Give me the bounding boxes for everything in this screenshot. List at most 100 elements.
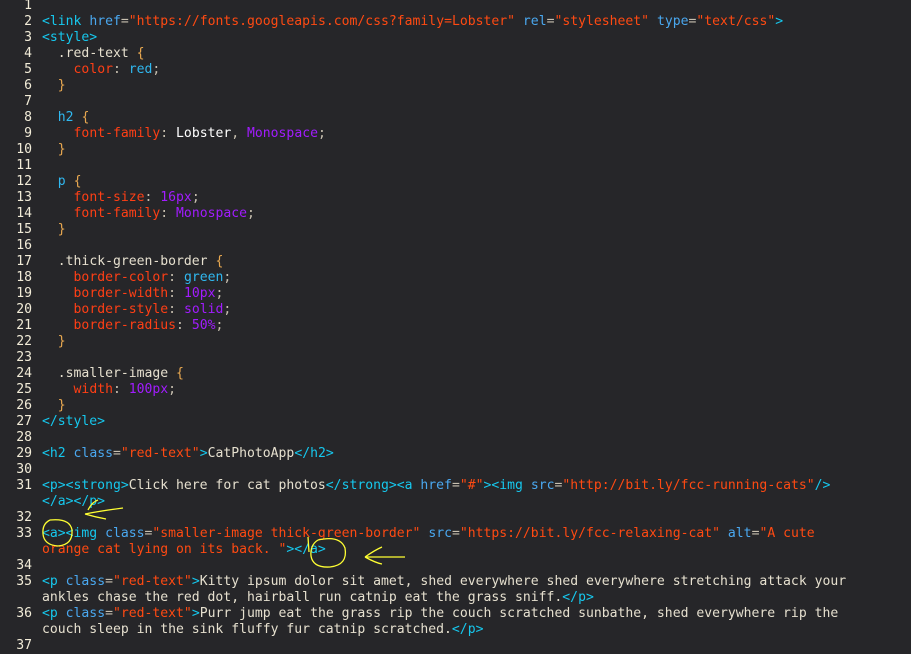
code-text[interactable] (42, 558, 911, 574)
code-line[interactable]: 6 } (0, 78, 911, 94)
token-num: 10px (183, 286, 216, 301)
token-brace: { (81, 110, 90, 125)
token-num: 16px (160, 190, 192, 205)
code-line[interactable]: 4 .red-text { (0, 46, 911, 62)
code-line[interactable]: 33 <a><img class = "smaller-image thick-gre… (0, 526, 911, 558)
code-text[interactable]: } (42, 222, 911, 238)
code-text[interactable]: <p class="red-text">Purr jump eat the gr… (42, 606, 911, 638)
code-text[interactable] (42, 510, 911, 526)
code-text[interactable]: p { (42, 174, 911, 190)
code-text[interactable]: .thick-green-border { (42, 254, 911, 270)
token-punct: : (176, 318, 192, 333)
code-line[interactable]: 12 p { (0, 174, 911, 190)
token-kw: h2 (57, 110, 74, 125)
code-text[interactable]: <p class="red-text">Kitty ipsum dolor si… (42, 574, 911, 606)
token-punct: : (160, 126, 177, 141)
code-line[interactable]: 8 h2 { (0, 110, 911, 126)
code-line[interactable]: 25 width: 100px; (0, 382, 911, 398)
code-line[interactable]: 31 <p><strong>Click here for cat photos</… (0, 478, 911, 510)
code-text[interactable] (42, 0, 911, 14)
line-number: 14 (16, 206, 32, 221)
code-line[interactable]: 32 (0, 510, 911, 526)
token-str: "https://bit.ly/fcc-relaxing-cat" (459, 526, 721, 541)
code-text[interactable]: <style> (42, 30, 911, 46)
code-line[interactable]: 24 .smaller-image { (0, 366, 911, 382)
line-number: 7 (24, 94, 32, 109)
line-number: 28 (16, 430, 32, 445)
code-line[interactable]: 5 color: red; (0, 62, 911, 78)
line-number: 10 (16, 142, 32, 157)
token-tag: ><img (483, 478, 531, 493)
code-text[interactable]: <link href="https://fonts.googleapis.com… (42, 14, 911, 30)
code-line[interactable]: 19 border-width: 10px; (0, 286, 911, 302)
token-tag: </h2> (294, 446, 334, 461)
code-editor[interactable]: 1 2 <link href="https://fonts.googleapis.… (0, 0, 911, 654)
code-text[interactable]: } (42, 78, 911, 94)
code-text[interactable]: } (42, 398, 911, 414)
code-text[interactable] (42, 638, 911, 654)
code-text[interactable]: font-family: Lobster, Monospace; (42, 126, 911, 142)
code-text[interactable] (42, 238, 911, 254)
token-tag: </p> (562, 590, 594, 605)
code-line[interactable]: 7 (0, 94, 911, 110)
code-line[interactable]: 36 <p class="red-text">Purr jump eat the … (0, 606, 911, 638)
code-line[interactable]: 21 border-radius: 50%; (0, 318, 911, 334)
code-line[interactable]: 11 (0, 158, 911, 174)
token-brace: { (215, 254, 224, 269)
code-text[interactable]: font-size: 16px; (42, 190, 911, 206)
code-line[interactable]: 15 } (0, 222, 911, 238)
code-text[interactable]: } (42, 142, 911, 158)
code-line[interactable]: 29 <h2 class="red-text">CatPhotoApp</h2> (0, 446, 911, 462)
code-line[interactable]: 9 font-family: Lobster, Monospace; (0, 126, 911, 142)
code-line[interactable]: 27 </style> (0, 414, 911, 430)
code-line[interactable]: 34 (0, 558, 911, 574)
line-number: 26 (16, 398, 32, 413)
code-text[interactable]: border-width: 10px; (42, 286, 911, 302)
code-line[interactable]: 13 font-size: 16px; (0, 190, 911, 206)
code-text[interactable]: border-style: solid; (42, 302, 911, 318)
code-text[interactable]: </style> (42, 414, 911, 430)
token-num: Monospace (247, 126, 318, 141)
code-text[interactable] (42, 350, 911, 366)
code-text[interactable]: .smaller-image { (42, 366, 911, 382)
code-line[interactable]: 20 border-style: solid; (0, 302, 911, 318)
code-line[interactable]: 2 <link href="https://fonts.googleapis.co… (0, 14, 911, 30)
code-line[interactable]: 18 border-color: green; (0, 270, 911, 286)
code-line[interactable]: 10 } (0, 142, 911, 158)
code-line[interactable]: 3 <style> (0, 30, 911, 46)
token-white: Lobster (176, 126, 232, 141)
code-text[interactable]: <a><img class = "smaller-image thick-green… (42, 526, 911, 558)
token-brace: } (57, 142, 66, 157)
code-line[interactable]: 26 } (0, 398, 911, 414)
line-number: 30 (16, 462, 32, 477)
code-text[interactable]: <h2 class="red-text">CatPhotoApp</h2> (42, 446, 911, 462)
code-line[interactable]: 30 (0, 462, 911, 478)
code-text[interactable] (42, 462, 911, 478)
code-text[interactable] (42, 158, 911, 174)
code-line[interactable]: 37 (0, 638, 911, 654)
code-text[interactable]: color: red; (42, 62, 911, 78)
code-text[interactable]: width: 100px; (42, 382, 911, 398)
code-text[interactable]: .red-text { (42, 46, 911, 62)
code-line[interactable]: 17 .thick-green-border { (0, 254, 911, 270)
code-line[interactable]: 35 <p class="red-text">Kitty ipsum dolor … (0, 574, 911, 606)
code-line[interactable]: 16 (0, 238, 911, 254)
code-text[interactable]: } (42, 334, 911, 350)
code-line[interactable]: 1 (0, 0, 911, 14)
code-text[interactable]: h2 { (42, 110, 911, 126)
code-text[interactable] (42, 94, 911, 110)
code-text[interactable]: <p><strong>Click here for cat photos</st… (42, 478, 911, 510)
token-punct: ; (215, 286, 224, 301)
code-line[interactable]: 23 (0, 350, 911, 366)
code-line[interactable]: 22 } (0, 334, 911, 350)
code-text[interactable] (42, 430, 911, 446)
code-text[interactable]: border-color: green; (42, 270, 911, 286)
token-brace: { (73, 174, 82, 189)
code-line[interactable]: 14 font-family: Monospace; (0, 206, 911, 222)
code-line[interactable]: 28 (0, 430, 911, 446)
token-tag: <p (42, 574, 66, 589)
code-text[interactable]: border-radius: 50%; (42, 318, 911, 334)
token-attr: href (420, 478, 452, 493)
code-text[interactable]: font-family: Monospace; (42, 206, 911, 222)
